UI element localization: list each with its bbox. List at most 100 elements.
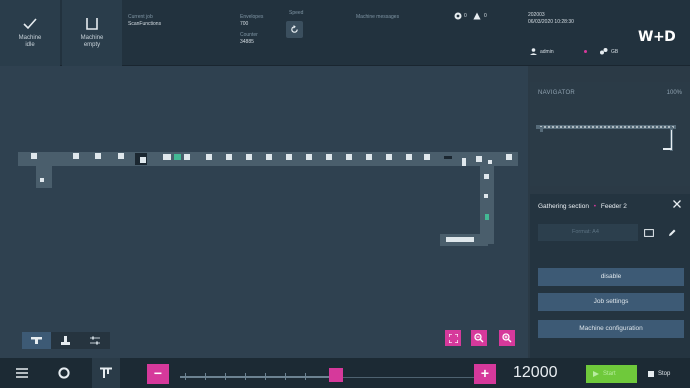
exit-tray[interactable] xyxy=(446,237,474,242)
station[interactable] xyxy=(266,154,272,160)
menu-button[interactable] xyxy=(8,358,36,388)
user-icon xyxy=(530,48,537,55)
station[interactable] xyxy=(484,174,489,179)
speed-setting-value: 12000 xyxy=(513,364,558,381)
station[interactable] xyxy=(476,156,482,162)
top-status-bar: Machine idle Machine empty Current job S… xyxy=(0,0,690,66)
view-settings-button[interactable] xyxy=(81,332,110,349)
station[interactable] xyxy=(326,154,332,160)
station[interactable] xyxy=(184,154,190,160)
current-job-value: ScanFunctions xyxy=(128,21,162,27)
station[interactable] xyxy=(484,194,488,198)
speed-slider-handle[interactable] xyxy=(329,368,343,382)
station[interactable] xyxy=(406,154,412,160)
pencil-icon xyxy=(668,229,675,236)
close-icon xyxy=(673,200,681,208)
machine-configuration-button[interactable]: Machine configuration xyxy=(538,320,684,338)
zoom-in-icon xyxy=(502,333,512,343)
station[interactable] xyxy=(31,153,37,159)
feeder-line-left-drop xyxy=(36,166,52,188)
station[interactable] xyxy=(163,154,171,160)
format-field[interactable]: Format: A4 xyxy=(538,224,638,241)
station[interactable] xyxy=(366,154,372,160)
alarm-icon xyxy=(454,12,462,20)
view-mode-toggle xyxy=(22,332,110,349)
machine-empty-label: Machine empty xyxy=(80,35,104,48)
machine-layout-canvas[interactable] xyxy=(0,66,528,358)
station[interactable] xyxy=(246,154,252,160)
rectangle-icon xyxy=(643,228,654,237)
check-icon xyxy=(23,17,37,29)
disable-button[interactable]: disable xyxy=(538,268,684,286)
operator-icon xyxy=(61,336,71,345)
station[interactable] xyxy=(118,153,124,159)
format-preview-button[interactable] xyxy=(641,225,656,240)
stop-button[interactable]: Stop xyxy=(644,365,688,383)
circle-icon xyxy=(58,367,70,379)
station[interactable] xyxy=(95,153,101,159)
hamburger-icon xyxy=(16,368,28,378)
station[interactable] xyxy=(485,214,489,220)
slider-tick xyxy=(245,373,246,380)
title-separator: • xyxy=(593,203,597,210)
station[interactable] xyxy=(506,154,512,160)
feeder-panel-title: Gathering section • Feeder 2 xyxy=(538,203,627,210)
slider-tick xyxy=(225,373,226,380)
envelopes-value: 700 xyxy=(240,21,249,27)
slider-tick xyxy=(205,373,206,380)
user-name[interactable]: admin xyxy=(540,49,554,55)
alarm-count: 0 xyxy=(464,13,467,19)
station[interactable] xyxy=(286,154,292,160)
language-value[interactable]: GB xyxy=(611,49,618,55)
bottom-control-bar: − + 12000 Start Stop xyxy=(0,358,690,388)
fit-icon xyxy=(448,333,458,343)
view-machine-button[interactable] xyxy=(22,332,52,349)
counter-value: 34885 xyxy=(240,39,254,45)
station[interactable] xyxy=(40,178,44,182)
slider-tick xyxy=(185,373,186,380)
navigator-title: NAVIGATOR xyxy=(538,90,576,96)
machine-idle-label: Machine idle xyxy=(18,34,42,48)
navigator-panel[interactable]: NAVIGATOR 100% xyxy=(530,82,690,186)
station[interactable] xyxy=(386,154,392,160)
speed-slider-fill xyxy=(180,376,336,378)
station[interactable] xyxy=(424,154,430,160)
reset-counter-button[interactable] xyxy=(286,21,303,38)
selected-feeder[interactable] xyxy=(174,154,181,160)
feeder-name: Feeder 2 xyxy=(600,203,627,210)
machine-empty-tile[interactable]: Machine empty xyxy=(62,0,122,66)
machine-idle-tile[interactable]: Machine idle xyxy=(0,0,60,66)
station[interactable] xyxy=(444,156,452,159)
edit-format-button[interactable] xyxy=(664,225,679,240)
start-label: Start xyxy=(603,371,616,377)
station[interactable] xyxy=(488,160,492,164)
navigator-zoom: 100% xyxy=(666,90,682,96)
current-job-label: Current job xyxy=(128,14,153,20)
view-operator-button[interactable] xyxy=(51,332,80,349)
warning-count: 0 xyxy=(484,13,487,19)
tools-button[interactable] xyxy=(92,358,120,388)
machine-messages-label: Machine messages xyxy=(356,14,400,20)
zoom-out-button[interactable] xyxy=(471,330,487,346)
decrease-speed-button[interactable]: − xyxy=(147,364,169,384)
station[interactable] xyxy=(346,154,352,160)
zoom-out-icon xyxy=(474,333,484,343)
station[interactable] xyxy=(140,157,146,163)
close-panel-button[interactable] xyxy=(673,199,681,211)
start-button[interactable]: Start xyxy=(586,365,637,383)
home-button[interactable] xyxy=(50,358,78,388)
fit-view-button[interactable] xyxy=(445,330,461,346)
slider-tick xyxy=(305,373,306,380)
machine-view-icon xyxy=(31,337,43,344)
warning-icon xyxy=(473,12,481,20)
section-name: Gathering section xyxy=(538,203,589,210)
station[interactable] xyxy=(206,154,212,160)
station[interactable] xyxy=(73,153,79,159)
job-settings-button[interactable]: Job settings xyxy=(538,293,684,311)
zoom-in-button[interactable] xyxy=(499,330,515,346)
increase-speed-button[interactable]: + xyxy=(474,364,496,384)
station[interactable] xyxy=(306,154,312,160)
station[interactable] xyxy=(226,154,232,160)
station[interactable] xyxy=(462,158,466,166)
sliders-icon xyxy=(90,336,101,345)
